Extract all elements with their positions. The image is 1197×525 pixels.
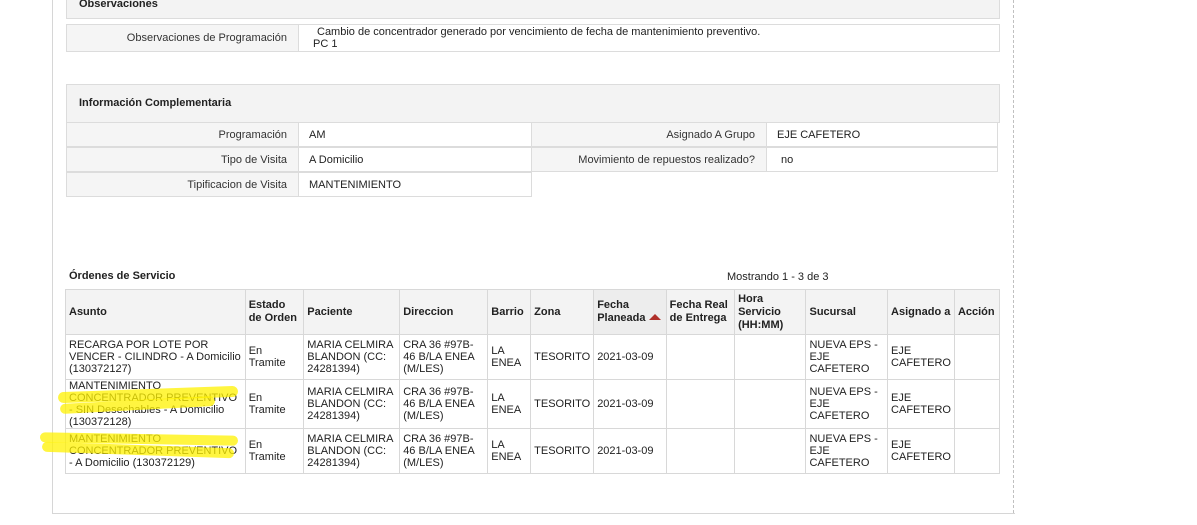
cell-hora <box>734 334 807 380</box>
observaciones-title: Observaciones <box>79 0 158 10</box>
info-title: Información Complementaria <box>79 97 232 109</box>
col-estado[interactable]: Estado de Orden <box>244 289 305 335</box>
col-fecha-planeada[interactable]: Fecha Planeada <box>593 289 667 335</box>
cell-sucursal: NUEVA EPS - EJE CAFETERO <box>805 428 889 474</box>
cell-sucursal: NUEVA EPS - EJE CAFETERO <box>805 379 889 429</box>
cell-accion[interactable] <box>953 379 1001 429</box>
col-asignado[interactable]: Asignado a <box>887 289 955 335</box>
cell-direccion: CRA 36 #97B-46 B/LA ENEA (M/LES) <box>399 334 489 380</box>
cell-fecha: 2021-03-09 <box>593 428 667 474</box>
ordenes-count: Mostrando 1 - 3 de 3 <box>727 271 829 283</box>
cell-fecha: 2021-03-09 <box>593 334 667 380</box>
ordenes-title: Órdenes de Servicio <box>69 270 176 282</box>
observaciones-header: Observaciones <box>66 0 1000 19</box>
col-accion[interactable]: Acción <box>953 289 1001 335</box>
col-fecha-planeada-label: Fecha Planeada <box>597 299 646 324</box>
cell-sucursal: NUEVA EPS - EJE CAFETERO <box>805 334 889 380</box>
observaciones-value-line2: PC 1 <box>313 38 338 50</box>
cell-barrio: LA ENEA <box>487 428 532 474</box>
page-divider <box>1013 0 1014 513</box>
cell-paciente: MARIA CELMIRA BLANDON (CC: 24281394) <box>303 334 401 380</box>
col-fecha-real[interactable]: Fecha Real de Entrega <box>665 289 736 335</box>
ordenes-header-row: Asunto Estado de Orden Paciente Direccio… <box>65 289 1001 335</box>
cell-barrio: LA ENEA <box>487 334 532 380</box>
cell-fecha: 2021-03-09 <box>593 379 667 429</box>
cell-accion[interactable] <box>953 334 1001 380</box>
cell-estado: En Tramite <box>244 334 305 380</box>
observaciones-label: Observaciones de Programación <box>67 25 299 51</box>
cell-hora <box>734 379 807 429</box>
repuestos-value: no <box>766 147 998 172</box>
col-paciente[interactable]: Paciente <box>303 289 401 335</box>
col-hora-servicio[interactable]: Hora Servicio (HH:MM) <box>734 289 807 335</box>
cell-direccion: CRA 36 #97B-46 B/LA ENEA (M/LES) <box>399 379 489 429</box>
repuestos-label: Movimiento de repuestos realizado? <box>531 147 767 172</box>
col-zona[interactable]: Zona <box>530 289 595 335</box>
tipo-visita-value: A Domicilio <box>298 147 532 172</box>
cell-barrio: LA ENEA <box>487 379 532 429</box>
cell-asignado: EJE CAFETERO <box>887 428 955 474</box>
observaciones-value-line1: Cambio de concentrador generado por venc… <box>317 26 761 38</box>
cell-asignado: EJE CAFETERO <box>887 334 955 380</box>
cell-fecha-real <box>665 379 736 429</box>
col-asunto[interactable]: Asunto <box>65 289 246 335</box>
grupo-label: Asignado A Grupo <box>531 122 767 147</box>
tipo-visita-label: Tipo de Visita <box>66 147 299 172</box>
col-direccion[interactable]: Direccion <box>399 289 489 335</box>
tipificacion-label: Tipificacion de Visita <box>66 172 299 197</box>
cell-estado: En Tramite <box>244 379 305 429</box>
cell-zona: TESORITO <box>530 334 595 380</box>
grupo-value: EJE CAFETERO <box>766 122 998 147</box>
ordenes-table: Asunto Estado de Orden Paciente Direccio… <box>65 289 1001 474</box>
cell-direccion: CRA 36 #97B-46 B/LA ENEA (M/LES) <box>399 428 489 474</box>
cell-estado: En Tramite <box>244 428 305 474</box>
info-header: Información Complementaria <box>66 84 1000 123</box>
cell-asunto: RECARGA POR LOTE POR VENCER - CILINDRO -… <box>65 334 246 380</box>
tipificacion-value: MANTENIMIENTO <box>298 172 532 197</box>
cell-hora <box>734 428 807 474</box>
cell-asignado: EJE CAFETERO <box>887 379 955 429</box>
sort-ascending-icon[interactable] <box>648 314 661 320</box>
cell-paciente: MARIA CELMIRA BLANDON (CC: 24281394) <box>303 379 401 429</box>
col-barrio[interactable]: Barrio <box>487 289 532 335</box>
cell-accion[interactable] <box>953 428 1001 474</box>
cell-fecha-real <box>665 334 736 380</box>
cell-fecha-real <box>665 428 736 474</box>
cell-paciente: MARIA CELMIRA BLANDON (CC: 24281394) <box>303 428 401 474</box>
programacion-value: AM <box>298 122 532 147</box>
cell-zona: TESORITO <box>530 428 595 474</box>
table-row[interactable]: RECARGA POR LOTE POR VENCER - CILINDRO -… <box>65 334 1001 380</box>
programacion-label: Programación <box>66 122 299 147</box>
col-sucursal[interactable]: Sucursal <box>805 289 889 335</box>
cell-zona: TESORITO <box>530 379 595 429</box>
observaciones-row: Observaciones de Programación Cambio de … <box>66 24 1000 52</box>
